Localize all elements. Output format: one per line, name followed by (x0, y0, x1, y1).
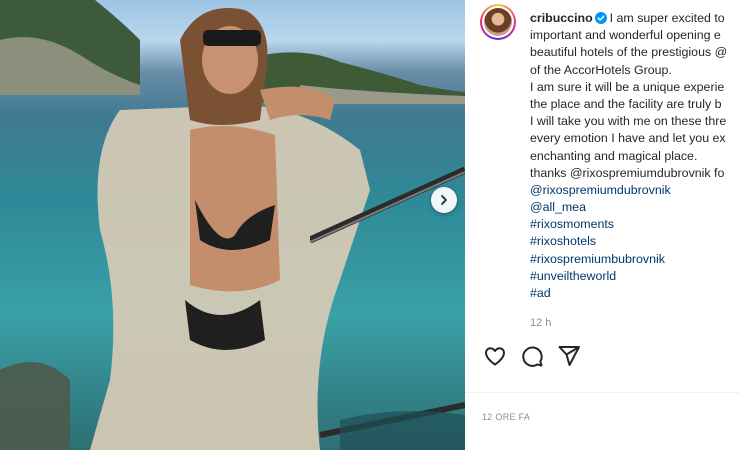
caption-text: thanks @rixospremiumdubrovnik fo (530, 165, 725, 180)
caption-text: beautiful hotels of the prestigious @ (530, 45, 728, 60)
next-image-button[interactable] (431, 187, 457, 213)
caption-text: I will take you with me on these thre (530, 114, 727, 129)
caption-text: I am sure it will be a unique experie (530, 79, 725, 94)
mention-link[interactable]: @all_mea (530, 199, 739, 216)
post-time[interactable]: 12 ORE FA (482, 412, 530, 422)
avatar (484, 8, 512, 36)
post-caption: cribuccino I am super excited to importan… (530, 10, 739, 302)
caption-text: important and wonderful opening e (530, 28, 721, 43)
mention-link[interactable]: @rixospremiumdubrovnik (530, 182, 739, 199)
chevron-right-icon (441, 195, 447, 205)
post-photo (0, 0, 465, 450)
caption-text: of the AccorHotels Group. (530, 62, 672, 77)
divider (465, 392, 739, 393)
caption-timestamp: 12 h (530, 317, 552, 329)
hashtag-link[interactable]: #rixoshotels (530, 233, 739, 250)
caption-text: I am super excited to (609, 11, 725, 25)
rocky-shore (0, 362, 465, 450)
post-actions (483, 344, 581, 368)
story-ring[interactable] (480, 4, 516, 40)
paper-plane-icon[interactable] (557, 344, 581, 368)
caption-text: every emotion I have and let you ex (530, 131, 726, 146)
post-panel: cribuccino I am super excited to importan… (465, 0, 739, 450)
username-link[interactable]: cribuccino (530, 11, 593, 25)
verified-badge-icon (594, 12, 607, 24)
hashtag-link[interactable]: #unveiltheworld (530, 268, 739, 285)
comment-icon[interactable] (520, 344, 544, 368)
hashtag-link[interactable]: #rixosmoments (530, 216, 739, 233)
hashtag-link[interactable]: #rixospremiumbubrovnik (530, 251, 739, 268)
heart-icon[interactable] (483, 344, 507, 368)
caption-text: enchanting and magical place. (530, 148, 698, 163)
caption-text: the place and the facility are truly b (530, 96, 722, 111)
hashtag-link[interactable]: #ad (530, 285, 739, 302)
